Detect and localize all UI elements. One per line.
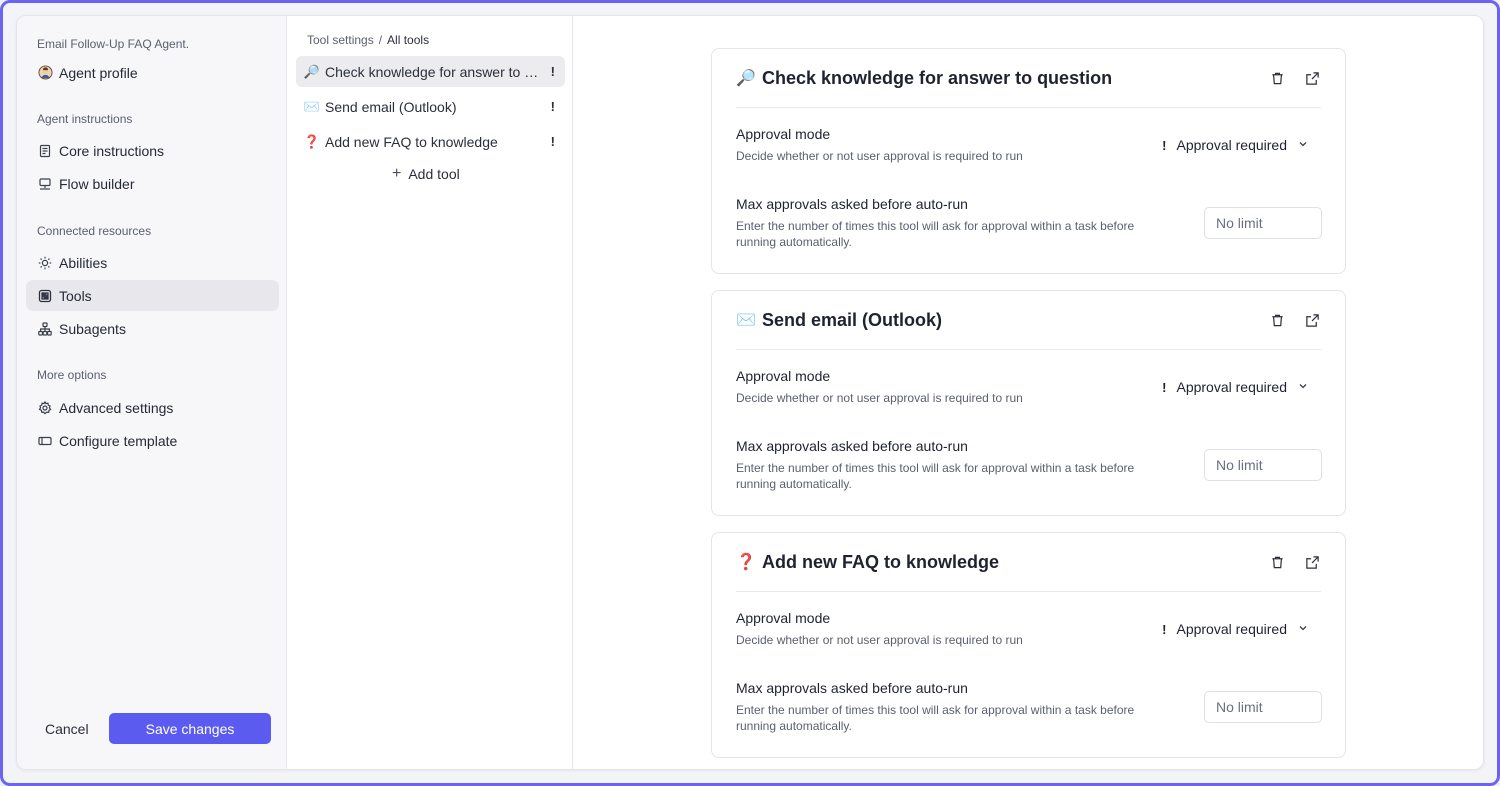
section-agent-instructions: Agent instructions: [37, 112, 133, 126]
section-connected-resources: Connected resources: [37, 224, 152, 238]
chevron-down-icon: [1297, 137, 1309, 153]
external-link-icon[interactable]: [1303, 311, 1321, 329]
tool-card-title: Check knowledge for answer to question: [762, 67, 1113, 88]
tool-name: Send email (Outlook): [325, 98, 457, 115]
sidebar-item-label: Flow builder: [59, 175, 135, 192]
max-approvals-input[interactable]: [1204, 207, 1322, 239]
approval-mode-label: Approval mode: [736, 368, 831, 384]
chevron-down-icon: [1297, 379, 1309, 395]
cancel-button[interactable]: Cancel: [37, 713, 97, 744]
tool-name: Add new FAQ to knowledge: [325, 133, 498, 150]
tool-card: ✉️ Send email (Outlook) Approval mode De…: [711, 290, 1346, 516]
approval-required-icon: !: [550, 134, 555, 149]
max-approvals-label: Max approvals asked before auto-run: [736, 680, 968, 696]
template-icon: [37, 433, 53, 449]
sidebar-item-agent-profile[interactable]: Agent profile: [26, 57, 279, 88]
plus-icon: +: [392, 165, 402, 182]
section-more-options: More options: [37, 368, 107, 382]
breadcrumb: Tool settings / All tools: [307, 33, 429, 47]
agent-settings-window: Email Follow-Up FAQ Agent. Agent profile…: [16, 15, 1484, 770]
flow-icon: [37, 176, 53, 192]
approval-mode-select[interactable]: ! Approval required: [1162, 376, 1309, 398]
document-icon: [37, 143, 53, 159]
approval-mode-select[interactable]: ! Approval required: [1162, 618, 1309, 640]
trash-icon[interactable]: [1268, 311, 1286, 329]
hierarchy-icon: [37, 321, 53, 337]
tool-card: ❓ Add new FAQ to knowledge Approval mode…: [711, 532, 1346, 758]
tools-grid-icon: [37, 288, 53, 304]
add-tool-button[interactable]: + Add tool: [392, 165, 460, 183]
max-approvals-description: Enter the number of times this tool will…: [736, 219, 1135, 249]
breadcrumb-parent[interactable]: Tool settings: [307, 33, 374, 47]
sidebar-item-label: Agent profile: [59, 64, 138, 81]
tool-name: Check knowledge for answer to question: [325, 63, 543, 80]
external-link-icon[interactable]: [1303, 553, 1321, 571]
tool-card-header: ❓ Add new FAQ to knowledge: [736, 533, 1321, 592]
sidebar: Email Follow-Up FAQ Agent. Agent profile…: [17, 16, 287, 769]
sidebar-item-label: Tools: [59, 287, 92, 304]
max-approvals-label: Max approvals asked before auto-run: [736, 196, 968, 212]
sidebar-item-subagents[interactable]: Subagents: [26, 313, 279, 344]
sidebar-item-core-instructions[interactable]: Core instructions: [26, 135, 279, 166]
save-changes-button[interactable]: Save changes: [109, 713, 271, 744]
external-link-icon[interactable]: [1303, 69, 1321, 87]
max-approvals-description: Enter the number of times this tool will…: [736, 703, 1135, 733]
sidebar-item-advanced-settings[interactable]: Advanced settings: [26, 392, 279, 423]
sidebar-footer: Cancel Save changes: [17, 699, 287, 769]
tools-list-panel: Tool settings / All tools 🔎 Check knowle…: [287, 16, 573, 769]
approval-mode-label: Approval mode: [736, 126, 831, 142]
approval-mode-value: Approval required: [1176, 137, 1287, 153]
approval-required-icon: !: [1162, 137, 1167, 153]
question-mark-icon: ❓: [303, 133, 321, 149]
tool-settings-main: 🔎 Check knowledge for answer to question…: [573, 16, 1483, 769]
magnifier-icon: 🔎: [303, 63, 321, 79]
tool-card: 🔎 Check knowledge for answer to question…: [711, 48, 1346, 274]
agent-title: Email Follow-Up FAQ Agent.: [37, 37, 190, 51]
sun-icon: [37, 255, 53, 271]
sidebar-item-label: Abilities: [59, 254, 108, 271]
breadcrumb-current: All tools: [387, 33, 430, 47]
sidebar-item-label: Core instructions: [59, 142, 165, 159]
sidebar-item-flow-builder[interactable]: Flow builder: [26, 168, 279, 199]
sidebar-item-configure-template[interactable]: Configure template: [26, 425, 279, 456]
approval-mode-select[interactable]: ! Approval required: [1162, 134, 1309, 156]
tool-list-item[interactable]: ✉️ Send email (Outlook) !: [296, 91, 565, 122]
tool-list-item[interactable]: ❓ Add new FAQ to knowledge !: [296, 126, 565, 157]
approval-mode-description: Decide whether or not user approval is r…: [736, 391, 1023, 405]
question-mark-icon: ❓: [736, 554, 756, 571]
envelope-icon: ✉️: [303, 98, 321, 114]
add-tool-label: Add tool: [408, 166, 460, 182]
sidebar-item-abilities[interactable]: Abilities: [26, 247, 279, 278]
sidebar-item-label: Configure template: [59, 432, 178, 449]
chevron-down-icon: [1297, 621, 1309, 637]
trash-icon[interactable]: [1268, 553, 1286, 571]
gear-icon: [37, 400, 53, 416]
approval-mode-label: Approval mode: [736, 610, 831, 626]
envelope-icon: ✉️: [736, 312, 756, 329]
max-approvals-input[interactable]: [1204, 449, 1322, 481]
sidebar-item-label: Advanced settings: [59, 399, 174, 416]
tool-card-title: Add new FAQ to knowledge: [762, 551, 1000, 572]
breadcrumb-separator: /: [378, 33, 383, 47]
max-approvals-label: Max approvals asked before auto-run: [736, 438, 968, 454]
sidebar-item-tools[interactable]: Tools: [26, 280, 279, 311]
agent-avatar-icon: [37, 65, 53, 81]
trash-icon[interactable]: [1268, 69, 1286, 87]
approval-required-icon: !: [550, 64, 555, 79]
approval-mode-value: Approval required: [1176, 621, 1287, 637]
max-approvals-input[interactable]: [1204, 691, 1322, 723]
approval-mode-description: Decide whether or not user approval is r…: [736, 633, 1023, 647]
approval-mode-description: Decide whether or not user approval is r…: [736, 149, 1023, 163]
approval-mode-value: Approval required: [1176, 379, 1287, 395]
tool-card-header: ✉️ Send email (Outlook): [736, 291, 1321, 350]
tool-card-title: Send email (Outlook): [762, 309, 943, 330]
approval-required-icon: !: [1162, 379, 1167, 395]
tool-list-item[interactable]: 🔎 Check knowledge for answer to question…: [296, 56, 565, 87]
sidebar-item-label: Subagents: [59, 320, 126, 337]
max-approvals-description: Enter the number of times this tool will…: [736, 461, 1135, 491]
tool-card-header: 🔎 Check knowledge for answer to question: [736, 49, 1321, 108]
approval-required-icon: !: [1162, 621, 1167, 637]
approval-required-icon: !: [550, 99, 555, 114]
magnifier-icon: 🔎: [736, 70, 756, 87]
